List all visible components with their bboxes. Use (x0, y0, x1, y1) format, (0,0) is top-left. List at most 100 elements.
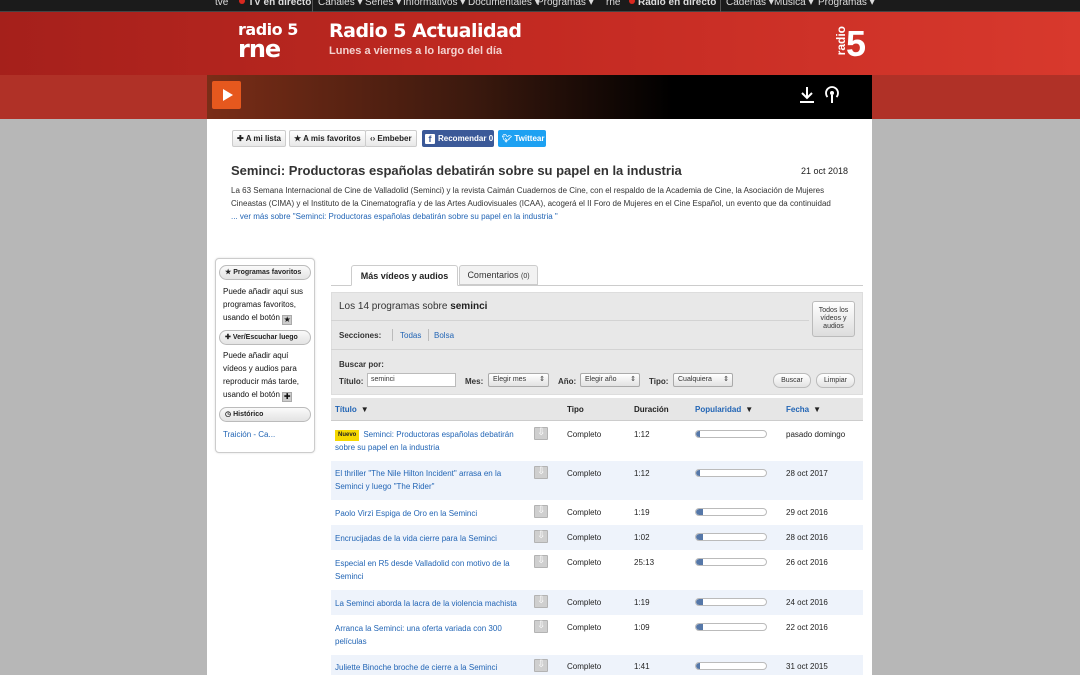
program-title-link[interactable]: Paolo Virzì Espiga de Oro en la Seminci (335, 507, 525, 520)
type-filter-label: Tipo: (649, 377, 669, 386)
program-title-link[interactable]: El thriller "The Nile Hilton Incident" a… (335, 467, 525, 493)
divider (428, 329, 429, 341)
program-title-link[interactable]: Juliette Binoche broche de cierre a la S… (335, 661, 525, 674)
divider (720, 0, 721, 12)
download-icon[interactable] (534, 620, 548, 633)
facebook-recommend-button[interactable]: f Recomendar 0 (422, 130, 494, 147)
title-filter-label: Título: (339, 377, 364, 386)
download-icon[interactable] (534, 505, 548, 518)
code-icon: ‹› (370, 134, 376, 143)
year-filter-label: Año: (558, 377, 577, 386)
divider (392, 329, 393, 341)
popularity-fill (696, 470, 700, 476)
nav-canales[interactable]: Canales ▾ (318, 0, 363, 8)
station-title[interactable]: Radio 5 Actualidad (329, 20, 522, 42)
program-date: 22 oct 2016 (786, 623, 828, 632)
history-item-link[interactable]: Traición - Ca... (223, 430, 275, 439)
tab-more-videos-audios[interactable]: Más vídeos y audios (351, 265, 458, 286)
star-icon: ★ (225, 269, 232, 276)
divider (331, 320, 809, 321)
section-bolsa-link[interactable]: Bolsa (434, 331, 454, 340)
popularity-bar (695, 533, 767, 541)
program-duration: 1:19 (634, 598, 650, 607)
program-title-link[interactable]: Especial en R5 desde Valladolid con moti… (335, 557, 525, 583)
download-icon[interactable] (534, 555, 548, 568)
play-button[interactable] (212, 81, 241, 109)
popularity-fill (696, 534, 703, 540)
radio-en-directo-link[interactable]: Radio en directo (626, 0, 716, 8)
nav-programas-tve[interactable]: Programas ▾ (537, 0, 594, 8)
program-type: Completo (567, 662, 602, 671)
add-to-list-button[interactable]: ✚ A mi lista (232, 130, 286, 147)
facebook-icon: f (425, 134, 435, 144)
section-todas-link[interactable]: Todas (400, 331, 421, 340)
nav-programas-rne[interactable]: Programas ▾ (818, 0, 875, 8)
watch-later-header[interactable]: ✚ Ver/Escuchar luego (219, 330, 311, 345)
episode-date: 21 oct 2018 (801, 166, 849, 176)
history-header[interactable]: ◷ Histórico (219, 407, 311, 422)
results-count: Los 14 programas sobre seminci (339, 301, 488, 312)
nav-musica[interactable]: Música ▾ (774, 0, 814, 8)
radio5-logo[interactable]: radio 5 rne (238, 22, 298, 62)
station-subtitle: Lunes a viernes a lo largo del día (329, 45, 503, 57)
program-type: Completo (567, 533, 602, 542)
popularity-fill (696, 599, 703, 605)
plus-icon: ✚ (282, 392, 293, 402)
download-icon[interactable] (534, 659, 548, 672)
nav-cadenas[interactable]: Cadenas ▾ (726, 0, 774, 8)
sort-by-title[interactable]: Título ▼ (335, 405, 369, 414)
program-duration: 1:09 (634, 623, 650, 632)
program-date: pasado domingo (786, 430, 846, 439)
episode-title: Seminci: Productoras españolas debatirán… (231, 163, 682, 178)
live-dot-icon (629, 0, 635, 4)
program-title-link[interactable]: La Seminci aborda la lacra de la violenc… (335, 597, 525, 610)
tab-comments[interactable]: Comentarios (0) (459, 265, 538, 285)
all-videos-audios-button[interactable]: Todos los vídeos y audios (812, 301, 855, 337)
embed-button[interactable]: ‹› Embeber (365, 130, 417, 147)
sort-by-popularity[interactable]: Popularidad ▼ (695, 405, 753, 414)
sections-label: Secciones: (339, 331, 382, 340)
download-icon[interactable] (534, 466, 548, 479)
program-duration: 1:41 (634, 662, 650, 671)
program-type: Completo (567, 508, 602, 517)
program-title-link[interactable]: Arranca la Seminci: una oferta variada c… (335, 622, 525, 648)
search-by-label: Buscar por: (339, 360, 384, 369)
sort-by-date[interactable]: Fecha ▼ (786, 405, 821, 414)
clear-button[interactable]: Limpiar (816, 373, 855, 388)
month-select[interactable]: Elegir mes ⇕ (488, 373, 549, 387)
download-icon[interactable] (534, 530, 548, 543)
program-duration: 1:02 (634, 533, 650, 542)
program-date: 24 oct 2016 (786, 598, 828, 607)
read-more-link[interactable]: ver más sobre "Seminci: Productoras espa… (240, 212, 558, 221)
divider (312, 0, 313, 12)
plus-icon: ✚ (237, 134, 244, 143)
podcast-icon[interactable] (823, 85, 841, 105)
favorite-programs-header[interactable]: ★ Programas favoritos (219, 265, 311, 280)
program-title-link[interactable]: Encrucijadas de la vida cierre para la S… (335, 532, 525, 545)
select-arrows-icon: ⇕ (723, 376, 729, 383)
program-date: 26 oct 2016 (786, 558, 828, 567)
episode-description: La 63 Semana Internacional de Cine de Va… (231, 186, 831, 221)
nav-informativos[interactable]: Informativos ▾ (403, 0, 465, 8)
year-select[interactable]: Elegir año ⇕ (580, 373, 640, 387)
twitter-button[interactable]: 🐦︎ Twittear (498, 130, 546, 147)
tve-logo[interactable]: tve (215, 0, 228, 8)
title-search-input[interactable]: seminci (367, 373, 456, 387)
download-icon[interactable] (534, 595, 548, 608)
download-icon[interactable] (798, 85, 816, 105)
new-badge: Nuevo (335, 430, 360, 441)
nav-series[interactable]: Series ▾ (365, 0, 401, 8)
popularity-fill (696, 624, 703, 630)
add-to-favorites-button[interactable]: ★ A mis favoritos (289, 130, 366, 147)
download-icon[interactable] (534, 427, 548, 440)
rne-logo[interactable]: rne (606, 0, 620, 8)
program-date: 28 oct 2017 (786, 469, 828, 478)
tv-en-directo-link[interactable]: TV en directo (236, 0, 311, 8)
type-select[interactable]: Cualquiera ⇕ (673, 373, 733, 387)
search-button[interactable]: Buscar (773, 373, 811, 388)
popularity-bar (695, 430, 767, 438)
nav-documentales[interactable]: Documentales ▾ (468, 0, 540, 8)
popularity-fill (696, 559, 703, 565)
column-type: Tipo (567, 405, 584, 414)
program-title-link[interactable]: Nuevo Seminci: Productoras españolas deba… (335, 428, 525, 454)
